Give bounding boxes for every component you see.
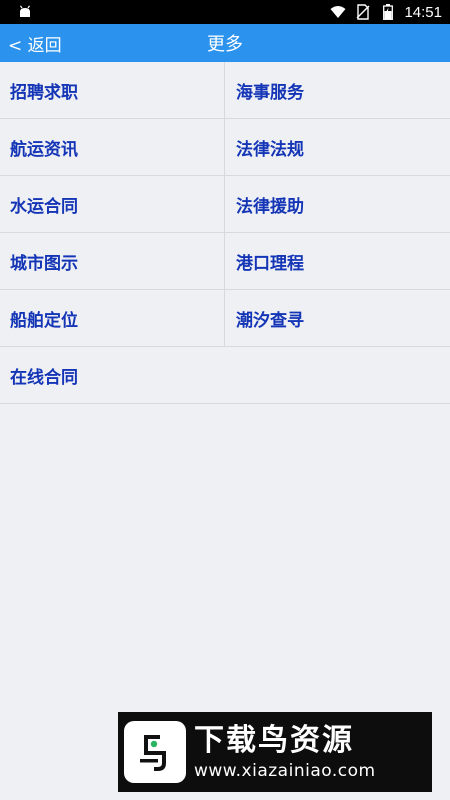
watermark-text: 下载鸟资源 www.xiazainiao.com (194, 722, 376, 782)
status-time: 14:51 (404, 3, 442, 21)
menu-grid: 招聘求职 海事服务 航运资讯 法律法规 水运合同 法律援助 城市图示 港口理程 … (0, 62, 450, 404)
menu-item-shipping-news[interactable]: 航运资讯 (0, 119, 225, 175)
menu-item-maritime-services[interactable]: 海事服务 (225, 62, 450, 118)
battery-charging-icon (380, 4, 396, 20)
status-bar: 14:51 (0, 0, 450, 24)
menu-row: 城市图示 港口理程 (0, 233, 450, 290)
back-label: < 返回 (8, 35, 62, 56)
menu-item-laws-regulations[interactable]: 法律法规 (225, 119, 450, 175)
menu-item-recruitment[interactable]: 招聘求职 (0, 62, 225, 118)
no-sim-icon (355, 4, 371, 20)
nav-bar: < 返回 更多 (0, 24, 450, 62)
page-title: 更多 (207, 34, 243, 55)
watermark-title: 下载鸟资源 (194, 723, 354, 758)
android-debug-icon (17, 4, 33, 20)
menu-row: 航运资讯 法律法规 (0, 119, 450, 176)
menu-row: 在线合同 (0, 347, 450, 404)
wifi-icon (330, 4, 346, 20)
bird-logo-icon (124, 721, 186, 783)
watermark-banner: 下载鸟资源 www.xiazainiao.com (118, 712, 432, 792)
menu-item-tide-lookup[interactable]: 潮汐查寻 (225, 290, 450, 346)
menu-row: 船舶定位 潮汐查寻 (0, 290, 450, 347)
menu-item-port-distance[interactable]: 港口理程 (225, 233, 450, 289)
menu-item-online-contract[interactable]: 在线合同 (0, 347, 450, 403)
menu-row: 招聘求职 海事服务 (0, 62, 450, 119)
menu-item-city-map[interactable]: 城市图示 (0, 233, 225, 289)
menu-item-legal-aid[interactable]: 法律援助 (225, 176, 450, 232)
menu-item-ship-positioning[interactable]: 船舶定位 (0, 290, 225, 346)
menu-row: 水运合同 法律援助 (0, 176, 450, 233)
watermark-url: www.xiazainiao.com (194, 761, 376, 781)
menu-item-waterway-contract[interactable]: 水运合同 (0, 176, 225, 232)
back-button[interactable]: < 返回 (8, 24, 62, 62)
